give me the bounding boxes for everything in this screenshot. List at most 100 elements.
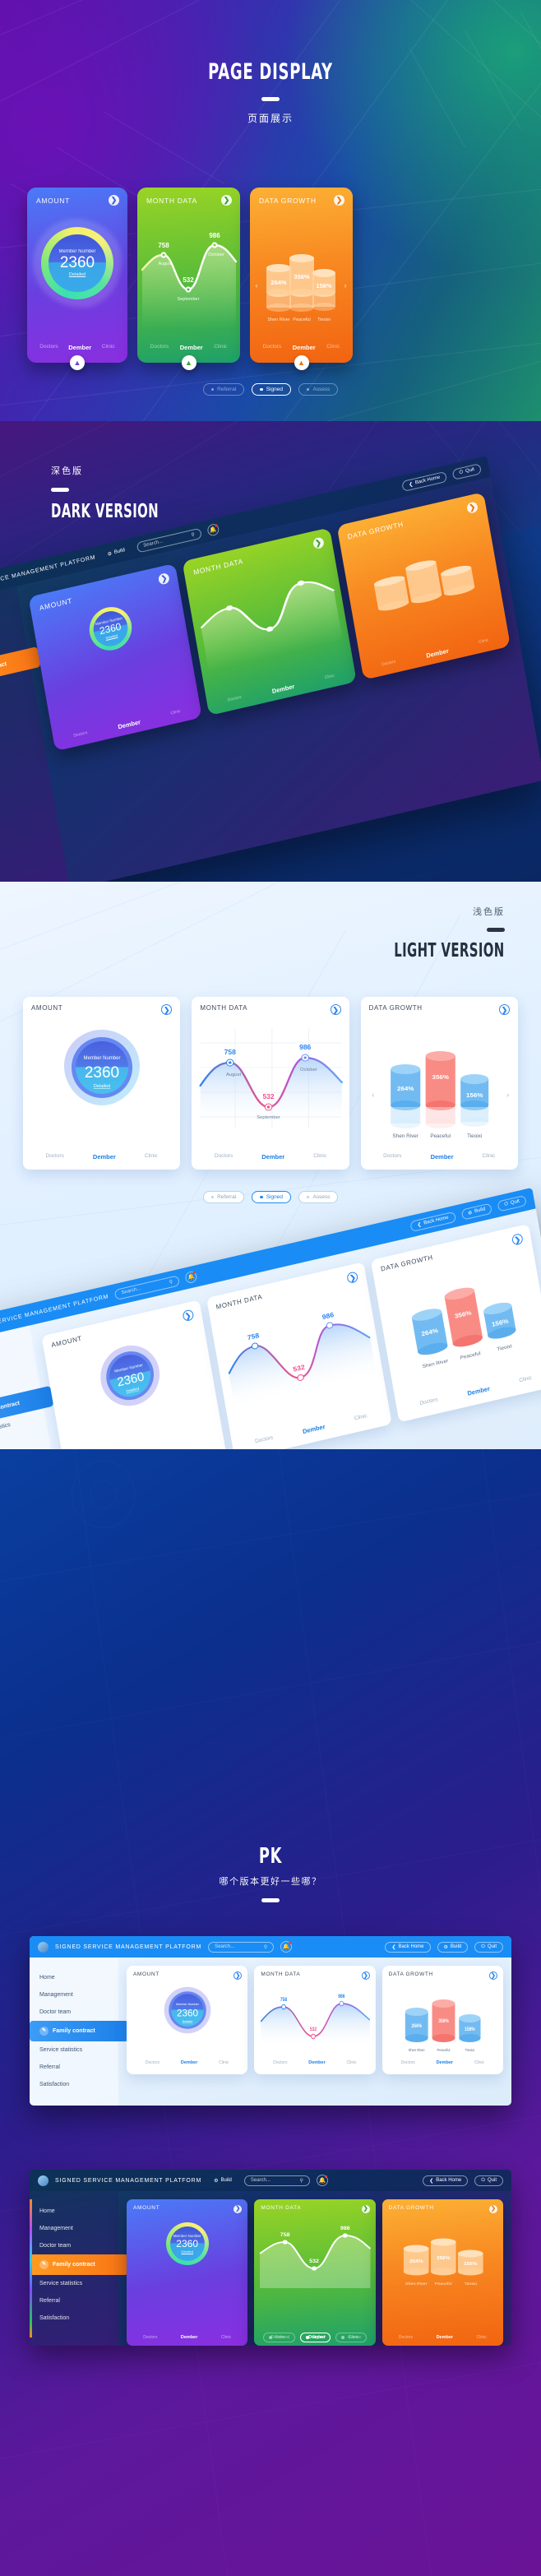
tab-clinic[interactable]: Clinic [326,344,340,351]
tab-dember[interactable]: Dember [181,2060,197,2065]
quit-button[interactable]: ⏻ Quit [497,1194,527,1212]
tab-clinic[interactable]: Clinic [145,1153,158,1161]
tab-doctors[interactable]: Doctors [46,1153,64,1161]
filter-signed[interactable]: Signed [252,1191,291,1203]
tab-clinic[interactable]: Clinic [474,2060,484,2065]
tab-dember[interactable]: Dember [93,1153,116,1161]
card-month-data[interactable]: MONTH DATA ❯ 758 532 986 Doctors Dember … [254,1966,376,2074]
detailed-link[interactable]: Detailed [181,2249,193,2254]
tab-clinic[interactable]: Clinic [354,1413,368,1423]
chevron-right-icon[interactable]: ❯ [221,195,232,206]
filter-assess[interactable]: Assess [298,1191,339,1203]
quit-button[interactable]: ⏻ Quit [474,2175,503,2186]
card-amount[interactable]: AMOUNT ❯ Member Number 2360 Detailed Doc… [27,188,127,370]
chevron-right-icon[interactable]: ❯ [488,2205,497,2213]
tab-dember[interactable]: Dember [180,344,203,351]
chevron-right-icon[interactable]: ❯ [182,1309,195,1323]
sidebar-item-service-statistics[interactable]: Service statistics [30,2275,118,2292]
bell-icon[interactable]: 🔔 [316,2175,328,2186]
tab-doctors[interactable]: Doctors [227,695,242,706]
card-month-data[interactable]: MONTH DATA ❯ 758 532 986 Doctors Dember … [254,2199,376,2346]
card-data-growth[interactable]: DATA GROWTH ❯ 264% Shen River 356% Peace… [360,997,518,1170]
sidebar-item-management[interactable]: Management [30,2220,118,2237]
card-amount[interactable]: AMOUNT ❯ Member Number 2360 Detailed [28,563,203,752]
filter-referral[interactable]: Referral [202,1191,245,1203]
chevron-right-icon[interactable]: ❯ [361,1971,370,1980]
sidebar-item-doctor-team[interactable]: Doctor team [30,2004,118,2021]
filter-referral[interactable]: Referral [263,2333,296,2342]
tab-clinic[interactable]: Clinic [313,1153,326,1161]
tab-clinic[interactable]: Clinic [102,344,115,351]
card-amount[interactable]: AMOUNT ❯ Member Number 2360 Detailed [127,2199,248,2346]
bell-icon[interactable]: 🔔 [206,522,220,537]
card-data-growth[interactable]: DATA GROWTH ❯ Doctors Dember Clinic [336,492,511,680]
card-month-data[interactable]: MONTH DATA ❯ 758 August 532 September 98… [137,188,240,370]
tab-clinic[interactable]: Clinic [347,2060,357,2065]
build-button[interactable]: ⚙ Build [460,1202,493,1221]
sidebar-item-referral[interactable]: Referral [30,2059,118,2076]
filter-assess[interactable]: Assess [298,383,339,396]
chevron-right-icon[interactable]: ❯ [334,195,344,206]
filter-assess[interactable]: Assess [335,2333,367,2342]
tab-doctors[interactable]: Doctors [146,2060,160,2065]
tab-clinic[interactable]: Clinic [170,709,181,719]
card-amount[interactable]: AMOUNT ❯ Member Number 2360 Detailed [41,1300,228,1449]
collapse-chevron-icon[interactable]: ▲ [294,355,309,370]
build-button[interactable]: ⚙ Build [101,544,132,560]
card-data-growth[interactable]: DATA GROWTH ❯ 264% Shen River 356% Peace… [250,188,353,370]
tab-clinic[interactable]: Clinic [519,1375,533,1385]
chevron-right-icon[interactable]: ❯ [498,1004,510,1015]
card-month-data[interactable]: MONTH DATA ❯ 758 August 532 September 98… [192,997,349,1170]
tab-doctors[interactable]: Doctors [383,1153,401,1161]
card-data-growth[interactable]: DATA GROWTH ❯ 264% 356% 156% Shen River … [381,2199,503,2346]
tab-dember[interactable]: Dember [261,1153,284,1161]
chevron-right-icon[interactable]: ❯ [234,2205,243,2213]
tab-doctors[interactable]: Doctors [255,1434,274,1446]
sidebar-item-satisfaction[interactable]: Satisfaction [30,2076,118,2093]
tab-dember[interactable]: Dember [118,718,141,730]
bell-icon[interactable]: 🔔 [280,1941,293,1953]
sidebar-item-referral[interactable]: Referral [30,2292,118,2310]
tab-doctors[interactable]: Doctors [39,344,58,351]
sidebar-item-satisfaction[interactable]: Satisfaction [30,2310,118,2327]
tab-doctors[interactable]: Doctors [263,344,281,351]
bell-icon[interactable]: 🔔 [184,1270,198,1285]
card-data-growth[interactable]: DATA GROWTH ❯ 264% 356% 156% Shen River … [381,1966,503,2074]
sidebar-item-management[interactable]: Management [30,1986,118,2004]
back-home-button[interactable]: ❮ Back Home [385,1941,431,1953]
tab-dember[interactable]: Dember [431,1153,454,1161]
quit-button[interactable]: ⏻ Quit [474,1941,503,1953]
build-button[interactable]: ⚙ Build [437,1941,469,1953]
tab-doctors[interactable]: Doctors [419,1397,438,1408]
collapse-chevron-icon[interactable]: ▲ [70,355,85,370]
detailed-link[interactable]: Detailed [69,272,86,277]
card-month-data[interactable]: MONTH DATA ❯ Doctors Dember Clinic [182,527,357,716]
chevron-right-icon[interactable]: ❯ [234,1971,243,1980]
sidebar-item-family-contract[interactable]: ✎ Family contract [30,2254,128,2275]
sidebar-item-home[interactable]: Home [30,1969,118,1986]
filter-signed[interactable]: Signed [300,2333,331,2342]
tab-dember[interactable]: Dember [467,1385,491,1397]
sidebar-item-doctor-team[interactable]: Doctor team [30,2237,118,2254]
collapse-chevron-icon[interactable]: ▲ [181,355,197,370]
tab-dember[interactable]: Dember [426,647,450,660]
tab-dember[interactable]: Dember [293,344,316,351]
search-input[interactable]: Search... ⚲ [208,1941,275,1953]
back-home-button[interactable]: ❮ Back Home [423,2175,469,2186]
card-month-data[interactable]: MONTH DATA ❯ 758 532 986 Doctors Dember … [206,1262,393,1449]
chevron-right-icon[interactable]: ❯ [488,1971,497,1980]
tab-dember[interactable]: Dember [302,1423,326,1435]
tab-doctors[interactable]: Doctors [73,730,88,741]
pk-light-dashboard-mockup[interactable]: SIGNED SERVICE MANAGEMENT PLATFORM Searc… [30,1936,511,2106]
sidebar-item-family-contract[interactable]: ✎ Family contract [30,2021,128,2041]
tab-clinic[interactable]: Clinic [324,674,335,683]
tab-dember[interactable]: Dember [308,2060,325,2065]
chevron-right-icon[interactable]: ❯ [109,195,119,206]
tab-doctors[interactable]: Doctors [215,1153,233,1161]
card-amount[interactable]: AMOUNT ❯ Member Number 2360 Detailed [127,1966,248,2074]
chevron-right-icon[interactable]: ❯ [161,1004,173,1015]
tab-doctors[interactable]: Doctors [381,659,396,669]
tab-dember[interactable]: Dember [68,344,91,351]
sidebar-item-home[interactable]: Home [30,2203,118,2220]
tab-doctors[interactable]: Doctors [150,344,169,351]
